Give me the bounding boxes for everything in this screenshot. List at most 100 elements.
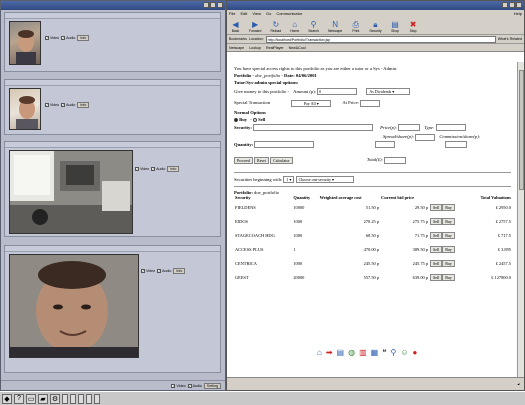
sell-button[interactable]: Sell xyxy=(430,217,443,225)
menu-edit[interactable]: Edit xyxy=(240,11,247,16)
info-button[interactable]: Info xyxy=(173,268,186,274)
folder-icon[interactable]: ▰ xyxy=(38,393,48,404)
buy-button[interactable]: Buy xyxy=(442,273,455,281)
setting-button[interactable]: Setting xyxy=(203,383,221,389)
menu-go[interactable]: Go xyxy=(266,11,271,16)
buy-button[interactable]: Buy xyxy=(442,245,455,253)
minimize-button[interactable] xyxy=(203,2,209,8)
bookmark-lookup[interactable]: Lookup xyxy=(249,46,261,50)
video-checkbox[interactable]: ✓ Video xyxy=(45,103,59,107)
whats-related-button[interactable]: What's Related xyxy=(498,37,522,41)
back-button[interactable]: ◀ Back xyxy=(231,20,240,33)
proceed-button[interactable]: Proceed xyxy=(234,156,253,164)
spread-extra-input[interactable] xyxy=(375,141,396,149)
special-transaction-select[interactable]: Pay All ▾ xyxy=(291,99,332,107)
gear-icon[interactable]: ⚙ xyxy=(50,393,60,404)
monitor-icon[interactable]: ▭ xyxy=(26,393,36,404)
buy-radio[interactable] xyxy=(234,117,238,122)
start-menu-icon[interactable]: ◆ xyxy=(2,393,12,404)
video-checkbox[interactable]: ✓ Video xyxy=(171,384,186,388)
video-checkbox[interactable]: ✓ Video xyxy=(141,269,155,273)
dividends-select[interactable]: As Dividends ▾ xyxy=(366,88,411,96)
netscape-button[interactable]: N Netscape xyxy=(328,20,342,33)
arrow-icon[interactable]: ➡ xyxy=(326,348,333,357)
taskbar-task-1[interactable] xyxy=(62,393,68,404)
quantity-input[interactable] xyxy=(254,141,315,149)
audio-checkbox[interactable]: ✓ Audio xyxy=(187,384,202,388)
menu-communicator[interactable]: Communicator xyxy=(276,11,302,16)
bookmark-realplayer[interactable]: RealPlayer xyxy=(266,46,284,50)
type-input[interactable] xyxy=(435,124,466,132)
bookmark-newcool[interactable]: New&Cool xyxy=(289,46,306,50)
home-button[interactable]: ⌂ Home xyxy=(290,20,299,33)
browser-titlebar[interactable] xyxy=(227,1,524,10)
menu-help[interactable]: Help xyxy=(514,11,522,16)
forward-button[interactable]: ▶ Forward xyxy=(249,20,261,33)
audio-checkbox[interactable]: ✓ Audio xyxy=(61,36,75,40)
sell-button[interactable]: Sell xyxy=(430,245,443,253)
print-button[interactable]: ⎙ Print xyxy=(351,20,360,34)
menu-view[interactable]: View xyxy=(252,11,261,16)
close-button[interactable] xyxy=(516,2,522,8)
reset-button[interactable]: Reset xyxy=(254,156,269,164)
security-input[interactable] xyxy=(253,124,374,132)
close-button[interactable] xyxy=(217,2,223,8)
taskbar-task-4[interactable] xyxy=(86,393,92,404)
sell-button[interactable]: Sell xyxy=(430,273,443,281)
maximize-button[interactable] xyxy=(210,2,216,8)
taskbar-task-2[interactable] xyxy=(70,393,76,404)
bookmark-netscape[interactable]: Netscape xyxy=(229,46,244,50)
conference-titlebar[interactable] xyxy=(1,1,225,10)
chart-icon[interactable]: ▥ xyxy=(359,348,367,357)
scrollbar-thumb[interactable] xyxy=(519,70,524,190)
info-button[interactable]: Info xyxy=(77,102,90,108)
sell-radio[interactable] xyxy=(252,117,257,122)
url-input[interactable]: http://localhost/Portfolio/Transaction.j… xyxy=(265,35,496,43)
taskbar-task-3[interactable] xyxy=(78,393,84,404)
video-checkbox[interactable]: ✓ Video xyxy=(135,167,149,171)
commission-input[interactable] xyxy=(444,141,467,149)
buy-button[interactable]: Buy xyxy=(442,203,455,211)
menu-file[interactable]: File xyxy=(229,11,235,16)
user-icon[interactable]: ☺ xyxy=(400,348,408,357)
stop-button[interactable]: ✖ Stop xyxy=(409,20,418,33)
buy-button[interactable]: Buy xyxy=(442,217,455,225)
choose-security-select[interactable]: Choose one security ▾ xyxy=(295,176,354,184)
document-icon[interactable]: ▤ xyxy=(337,348,345,357)
taskbar-task-5[interactable] xyxy=(94,393,100,404)
price-input[interactable] xyxy=(398,124,421,132)
security-button[interactable]: 🔒︎ Security xyxy=(369,20,381,34)
reload-button[interactable]: ↻ Reload xyxy=(270,20,281,33)
sell-button[interactable]: Sell xyxy=(430,231,443,239)
info-button[interactable]: Info xyxy=(77,35,90,41)
stop-icon[interactable]: ● xyxy=(413,348,418,357)
minimize-button[interactable] xyxy=(502,2,508,8)
calendar-icon[interactable]: ▦ xyxy=(371,348,379,357)
help-icon[interactable]: ? xyxy=(14,393,24,404)
quote-icon[interactable]: ❝ xyxy=(382,348,386,357)
shop-button[interactable]: ▤ Shop xyxy=(391,20,400,33)
buy-button[interactable]: Buy xyxy=(442,231,455,239)
calculator-button[interactable]: Calculator xyxy=(270,156,293,164)
letter-select[interactable]: 1 ▾ xyxy=(283,176,295,184)
amount-input[interactable]: 0 xyxy=(317,88,358,96)
at-price-input[interactable] xyxy=(360,99,381,107)
audio-checkbox[interactable]: ✓ Audio xyxy=(157,269,171,273)
bookmarks-button[interactable]: Bookmarks xyxy=(229,37,247,41)
audio-checkbox[interactable]: ✓ Audio xyxy=(61,103,75,107)
sell-button[interactable]: Sell xyxy=(430,259,443,267)
total-input[interactable] xyxy=(384,156,407,164)
form-buttons-row: Proceed Reset Calculator Total(£): xyxy=(234,156,511,164)
page-home-icon[interactable]: ⌂ xyxy=(317,348,322,357)
vertical-scrollbar[interactable] xyxy=(517,62,524,378)
spread-input[interactable] xyxy=(415,133,436,141)
buy-button[interactable]: Buy xyxy=(442,259,455,267)
search-icon[interactable]: ⚲ xyxy=(391,348,397,357)
video-checkbox[interactable]: ✓ Video xyxy=(45,36,59,40)
sell-button[interactable]: Sell xyxy=(430,203,443,211)
globe-icon[interactable]: ◍ xyxy=(348,348,355,357)
info-button[interactable]: Info xyxy=(167,166,180,172)
maximize-button[interactable] xyxy=(509,2,515,8)
search-button[interactable]: ⚲ Search xyxy=(308,20,319,33)
audio-checkbox[interactable]: ✓ Audio xyxy=(151,167,165,171)
